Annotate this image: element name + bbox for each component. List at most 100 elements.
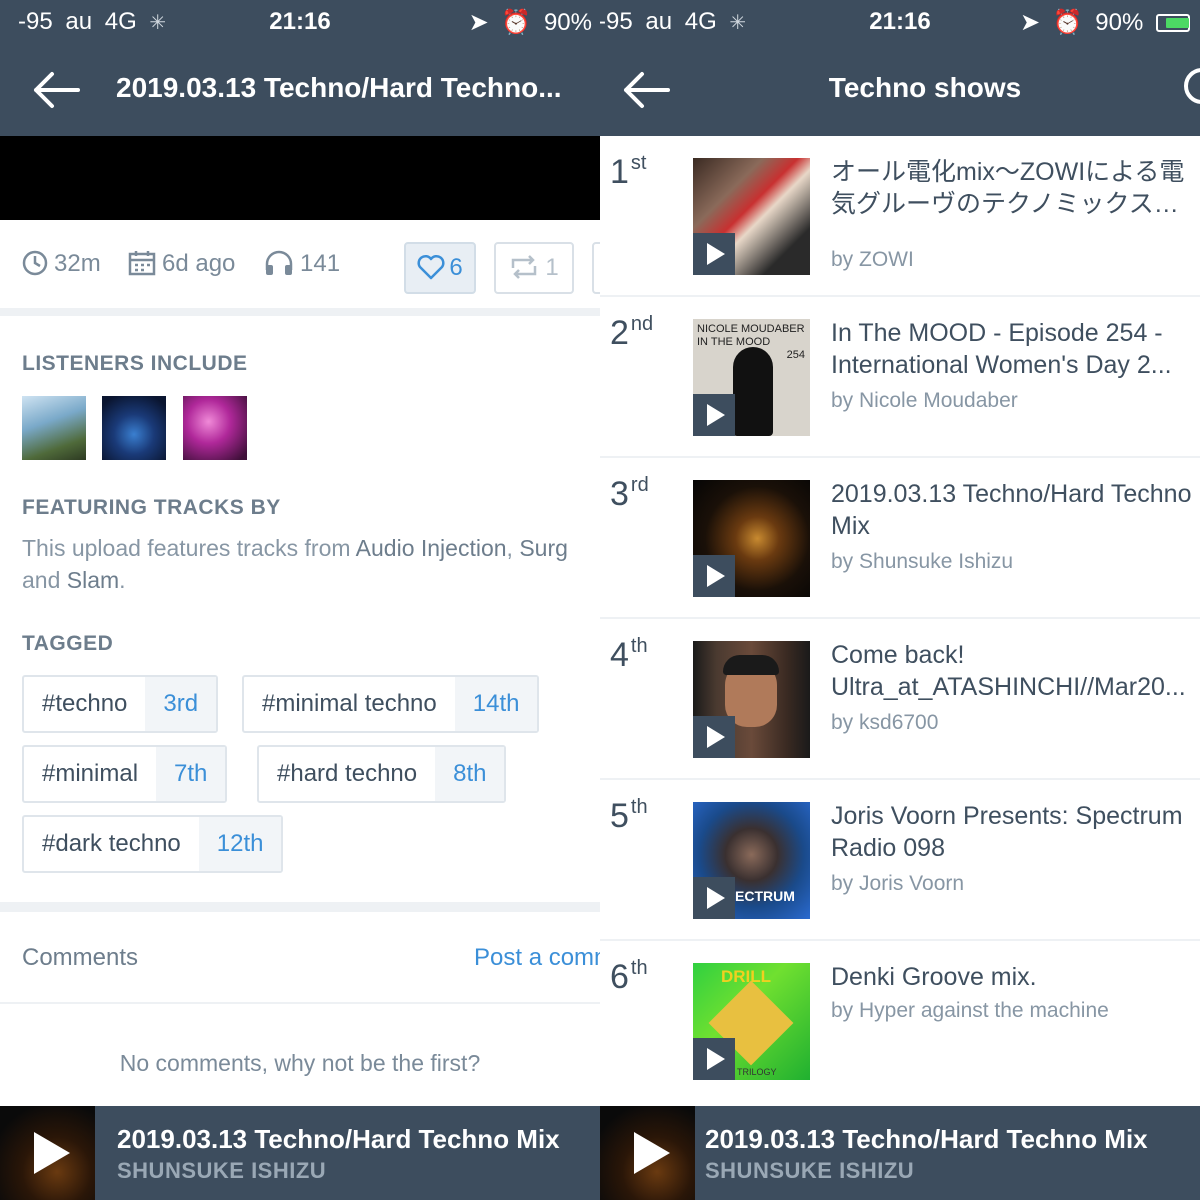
track-stats: 32m 6d ago 141 6 1 — [0, 220, 600, 316]
track-artist[interactable]: by ZOWI — [831, 248, 914, 272]
chart-row[interactable]: 4th Come back! Ultra_at_ATASHINCHI//Mar2… — [600, 619, 1200, 780]
track-artwork[interactable]: ECTRUM — [693, 802, 810, 919]
search-icon[interactable] — [1184, 68, 1200, 104]
track-artwork[interactable] — [693, 158, 810, 275]
tag-rank: 14th — [454, 677, 538, 731]
track-artwork[interactable]: NICOLE MOUDABER IN THE MOOD 254 — [693, 319, 810, 436]
featuring-description: This upload features tracks from Audio I… — [22, 535, 568, 593]
nav-bar: 2019.03.13 Techno/Hard Techno... — [0, 44, 600, 136]
chart-row[interactable]: 5th ECTRUM Joris Voorn Presents: Spectru… — [600, 780, 1200, 941]
tag-name: #dark techno — [42, 830, 181, 857]
play-icon[interactable] — [693, 1038, 735, 1080]
player-artwork[interactable] — [0, 1106, 95, 1200]
play-icon[interactable] — [693, 555, 735, 597]
duration-stat: 32m — [22, 250, 101, 278]
empty-comments-message: No comments, why not be the first? — [119, 1050, 481, 1076]
player-artist: SHUNSUKE ISHIZU — [705, 1158, 915, 1183]
play-icon[interactable] — [34, 1132, 70, 1174]
waveform-banner[interactable] — [0, 136, 600, 220]
track-artist[interactable]: by Shunsuke Ishizu — [831, 550, 1013, 574]
more-button[interactable] — [592, 242, 600, 294]
track-title[interactable]: In The MOOD - Episode 254 - Internationa… — [831, 317, 1196, 381]
upload-date-stat: 6d ago — [128, 250, 235, 278]
play-icon[interactable] — [693, 877, 735, 919]
back-arrow-icon[interactable] — [620, 70, 672, 110]
page-title: Techno shows — [828, 72, 1022, 103]
chart-row[interactable]: 3rd 2019.03.13 Techno/Hard Techno Mix by… — [600, 458, 1200, 619]
tag-rank: 3rd — [145, 677, 217, 731]
listeners-list — [22, 396, 259, 465]
rank-number: 6th — [610, 957, 648, 996]
rank-number: 1st — [610, 152, 647, 191]
track-artist[interactable]: by Nicole Moudaber — [831, 389, 1018, 413]
mini-player[interactable]: 2019.03.13 Techno/Hard Techno Mix SHUNSU… — [0, 1106, 600, 1200]
alarm-icon: ⏰ — [1052, 9, 1083, 36]
chart-row[interactable]: 1st オール電化mix〜ZOWIによる電気グルーヴのテクノミックス… by Z… — [600, 136, 1200, 297]
battery-icon — [1156, 14, 1190, 32]
tag-chip[interactable]: #minimal 7th — [22, 745, 228, 803]
chart-row[interactable]: 2nd NICOLE MOUDABER IN THE MOOD 254 In T… — [600, 297, 1200, 458]
artist-link[interactable]: Audio Injection — [356, 535, 507, 561]
track-artist[interactable]: by Hyper against the machine — [831, 999, 1109, 1023]
play-icon[interactable] — [693, 716, 735, 758]
tag-rank: 12th — [198, 817, 282, 871]
calendar-icon — [128, 251, 156, 276]
tag-name: #minimal techno — [262, 690, 437, 717]
plays-stat: 141 — [264, 250, 340, 278]
comments-divider — [0, 1002, 600, 1004]
nav-bar: Techno shows — [600, 44, 1200, 136]
status-bar: -95 au 4G ✳ 21:16 ➤ ⏰ 90% — [0, 0, 600, 44]
battery-percent: 90% — [543, 9, 592, 36]
track-title[interactable]: オール電化mix〜ZOWIによる電気グルーヴのテクノミックス… — [831, 156, 1196, 220]
mini-player[interactable]: 2019.03.13 Techno/Hard Techno Mix SHUNSU… — [600, 1106, 1200, 1200]
track-artist[interactable]: by ksd6700 — [831, 711, 938, 735]
track-artwork[interactable]: DRILL TRILOGY — [693, 963, 810, 1080]
location-arrow-icon: ➤ — [1019, 9, 1041, 36]
tag-name: #techno — [42, 690, 128, 717]
status-bar: -95 au 4G ✳ 21:16 ➤ ⏰ 90% — [600, 0, 1200, 44]
heart-icon — [417, 254, 445, 280]
comments-heading: Comments — [22, 944, 139, 971]
track-title[interactable]: Denki Groove mix. — [831, 961, 1196, 993]
track-artist[interactable]: by Joris Voorn — [831, 872, 964, 896]
tag-chip[interactable]: #techno 3rd — [22, 675, 219, 733]
alarm-icon: ⏰ — [501, 9, 532, 36]
player-artist: SHUNSUKE ISHIZU — [117, 1158, 327, 1183]
track-artwork[interactable] — [693, 480, 810, 597]
repost-icon — [512, 255, 537, 279]
rank-number: 2nd — [610, 313, 654, 352]
listener-avatar[interactable] — [102, 396, 167, 460]
listener-avatar[interactable] — [182, 396, 247, 460]
rank-number: 4th — [610, 635, 648, 674]
listeners-heading: LISTENERS INCLUDE — [22, 352, 248, 375]
chart-row[interactable]: 6th DRILL TRILOGY Denki Groove mix. by H… — [600, 941, 1200, 1102]
headphones-icon — [265, 250, 293, 275]
tag-rank: 8th — [435, 747, 505, 801]
post-comment-link[interactable]: Post a comm — [474, 944, 600, 972]
back-arrow-icon[interactable] — [30, 70, 82, 110]
tagged-heading: TAGGED — [22, 632, 114, 655]
player-artwork[interactable] — [600, 1106, 695, 1200]
play-icon[interactable] — [634, 1132, 670, 1174]
tag-chip[interactable]: #hard techno 8th — [257, 745, 507, 803]
tag-chip[interactable]: #minimal techno 14th — [242, 675, 540, 733]
rank-number: 3rd — [610, 474, 649, 513]
featuring-heading: FEATURING TRACKS BY — [22, 496, 281, 519]
artist-link[interactable]: Slam — [67, 567, 119, 593]
play-icon[interactable] — [693, 233, 735, 275]
track-title[interactable]: 2019.03.13 Techno/Hard Techno Mix — [831, 478, 1196, 542]
play-icon[interactable] — [693, 394, 735, 436]
tag-name: #hard techno — [277, 760, 418, 787]
player-track-title: 2019.03.13 Techno/Hard Techno Mix — [117, 1124, 560, 1154]
track-title[interactable]: Joris Voorn Presents: Spectrum Radio 098 — [831, 800, 1196, 864]
track-artwork[interactable] — [693, 641, 810, 758]
listener-avatar[interactable] — [22, 396, 86, 460]
tag-chip[interactable]: #dark techno 12th — [22, 815, 284, 873]
tag-name: #minimal — [42, 760, 139, 787]
tag-rank: 7th — [156, 747, 226, 801]
track-title[interactable]: Come back! Ultra_at_ATASHINCHI//Mar20... — [831, 639, 1196, 703]
repost-button[interactable]: 1 — [494, 242, 574, 294]
artist-link[interactable]: Surg — [519, 535, 568, 561]
chart-screen: -95 au 4G ✳ 21:16 ➤ ⏰ 90% Techno shows 1… — [600, 0, 1200, 1200]
like-button[interactable]: 6 — [404, 242, 476, 294]
